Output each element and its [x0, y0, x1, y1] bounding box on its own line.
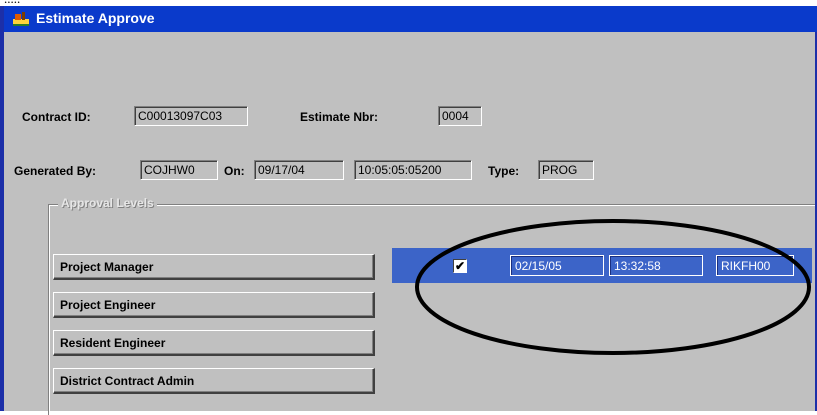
resident-engineer-button[interactable]: Resident Engineer: [53, 330, 375, 356]
generated-by-label: Generated By:: [14, 164, 97, 178]
contract-id-label: Contract ID:: [22, 110, 91, 124]
highlight-ellipse-annotation: [415, 219, 811, 355]
on-time-field[interactable]: 10:05:05:05200: [354, 160, 472, 180]
on-date-field[interactable]: 09/17/04: [254, 160, 344, 180]
on-label: On:: [224, 164, 245, 178]
project-manager-button[interactable]: Project Manager: [53, 254, 375, 280]
window-title: Estimate Approve: [36, 10, 155, 26]
estimate-nbr-label: Estimate Nbr:: [300, 110, 379, 124]
project-engineer-button[interactable]: Project Engineer: [53, 292, 375, 318]
district-contract-admin-button[interactable]: District Contract Admin: [53, 368, 375, 394]
type-field[interactable]: PROG: [538, 160, 594, 180]
contract-id-field[interactable]: C00013097C03: [134, 106, 248, 126]
generated-by-field[interactable]: COJHW0: [140, 160, 218, 180]
estimate-nbr-field[interactable]: 0004: [438, 106, 482, 126]
title-bar: Estimate Approve: [4, 6, 817, 32]
type-label: Type:: [488, 164, 520, 178]
approval-levels-title: Approval Levels: [58, 196, 157, 210]
app-icon: [13, 12, 29, 26]
